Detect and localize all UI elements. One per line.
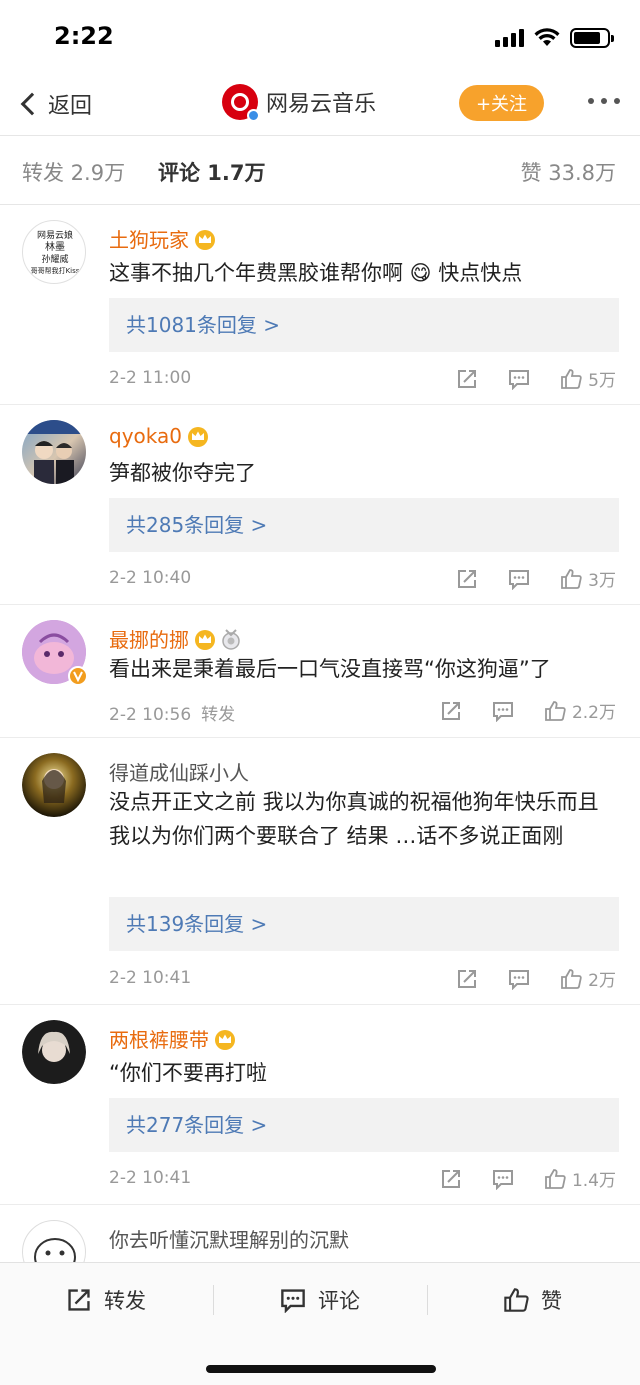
- divider: [427, 1285, 428, 1315]
- comment-icon[interactable]: [508, 568, 530, 590]
- status-icons: [495, 26, 614, 50]
- thumbs-up-icon: [561, 568, 582, 589]
- comment-icon: [281, 1289, 305, 1313]
- vip-crown-icon: [215, 1029, 235, 1050]
- avatar[interactable]: [22, 1220, 86, 1262]
- wifi-icon: [534, 28, 560, 46]
- comment-actions: 1.4万: [440, 1166, 616, 1191]
- chevron-left-icon: [20, 92, 44, 116]
- svg-text:林墨: 林墨: [45, 240, 65, 253]
- medal-badge-icon: [222, 628, 240, 650]
- svg-text:网易云娘: 网易云娘: [37, 229, 73, 241]
- avatar-text-image: 网易云娘 林墨 孙耀威 哥哥帮我打Kiss: [31, 229, 80, 275]
- tab-comment[interactable]: 评论 1.7万: [158, 157, 266, 187]
- battery-icon: [570, 28, 614, 48]
- repost-icon[interactable]: [456, 368, 478, 390]
- comment-actions: 5万: [456, 366, 616, 391]
- tab-repost[interactable]: 转发 2.9万: [22, 157, 125, 187]
- vip-crown-icon: [195, 229, 215, 250]
- back-button[interactable]: 返回: [18, 86, 92, 122]
- comment-actions: 2万: [456, 966, 616, 991]
- thumbs-up-icon: [545, 1168, 566, 1189]
- reply-count-link[interactable]: 共139条回复 >: [109, 897, 619, 951]
- comment-text: 看出来是秉着最后一口气没直接骂“你这狗逼”了: [109, 657, 551, 681]
- avatar[interactable]: [22, 620, 88, 686]
- home-indicator[interactable]: [206, 1365, 436, 1373]
- reply-count-link[interactable]: 共277条回复 >: [109, 1098, 619, 1152]
- svg-text:孙耀威: 孙耀威: [41, 253, 68, 265]
- comment-text: 没点开正文之前 我以为你真诚的祝福他狗年快乐而且我以为你们两个要联合了 结果 ……: [109, 790, 599, 848]
- comment-username[interactable]: qyoka0: [109, 424, 210, 448]
- account-header[interactable]: 网易云音乐: [222, 82, 376, 122]
- repost-button[interactable]: 转发: [66, 1285, 146, 1315]
- repost-icon[interactable]: [440, 700, 462, 722]
- back-label: 返回: [48, 94, 93, 119]
- comment-actions: 3万: [456, 566, 616, 591]
- comment-time: 2-2 10:41: [109, 968, 192, 988]
- reply-count-link[interactable]: 共1081条回复 >: [109, 298, 619, 352]
- like-button[interactable]: 2万: [560, 966, 616, 991]
- tab-bar: 转发 2.9万 评论 1.7万 赞 33.8万: [0, 137, 640, 205]
- verified-v-badge-icon: [68, 666, 88, 686]
- comment-text: 这事不抽几个年费黑胶谁帮你啊 😋 快点快点: [109, 261, 523, 285]
- comment-time: 2-2 11:00: [109, 368, 192, 388]
- comment-text: 笋都被你夺完了: [109, 461, 256, 485]
- reply-count-link[interactable]: 共285条回复 >: [109, 498, 619, 552]
- comment-item: qyoka0 笋都被你夺完了 共285条回复 > 2-2 10:40 3万: [0, 406, 640, 605]
- status-bar: 2:22: [0, 0, 640, 72]
- comment-time: 2-2 10:56 转发: [109, 705, 236, 725]
- vip-crown-icon: [195, 629, 215, 650]
- repost-icon[interactable]: [456, 568, 478, 590]
- page-title: 网易云音乐: [266, 92, 377, 117]
- cellular-signal-icon: [495, 29, 524, 47]
- like-button[interactable]: 1.4万: [544, 1166, 616, 1191]
- like-button[interactable]: 5万: [560, 366, 616, 391]
- comment-icon[interactable]: [508, 368, 530, 390]
- status-time: 2:22: [54, 22, 114, 50]
- comment-username[interactable]: 最挪的挪: [109, 624, 241, 653]
- repost-label: 转发: [201, 705, 236, 725]
- follow-button[interactable]: +关注: [459, 85, 544, 121]
- like-button[interactable]: 2.2万: [544, 698, 616, 723]
- comment-username[interactable]: 两根裤腰带: [109, 1024, 237, 1053]
- avatar[interactable]: 网易云娘 林墨 孙耀威 哥哥帮我打Kiss: [22, 220, 86, 284]
- thumbs-up-icon: [504, 1288, 529, 1312]
- comment-actions: 2.2万: [440, 698, 616, 723]
- comment-icon[interactable]: [492, 1168, 514, 1190]
- comment-text: “你们不要再打啦: [109, 1061, 267, 1085]
- comment-item: 最挪的挪 看出来是秉着最后一口气没直接骂“你这狗逼”了 2-2 10:56 转发 …: [0, 606, 640, 738]
- more-options-icon[interactable]: [588, 98, 620, 104]
- verified-badge-icon: [247, 109, 260, 122]
- like-button[interactable]: 3万: [560, 566, 616, 591]
- avatar[interactable]: [22, 420, 86, 484]
- comment-username[interactable]: 你去听懂沉默理解别的沉默: [109, 1224, 349, 1253]
- nav-bar: 返回 网易云音乐 +关注: [0, 72, 640, 136]
- thumbs-up-icon: [545, 700, 566, 721]
- thumbs-up-icon: [561, 968, 582, 989]
- comment-item: 你去听懂沉默理解别的沉默: [0, 1206, 640, 1262]
- comment-icon[interactable]: [508, 968, 530, 990]
- repost-icon[interactable]: [456, 968, 478, 990]
- tab-like[interactable]: 赞 33.8万: [521, 157, 616, 187]
- comment-username[interactable]: 得道成仙踩小人: [109, 757, 249, 786]
- vip-crown-icon: [187, 427, 208, 447]
- thumbs-up-icon: [561, 368, 582, 389]
- divider: [213, 1285, 214, 1315]
- comment-item: 两根裤腰带 “你们不要再打啦 共277条回复 > 2-2 10:41 1.4万: [0, 1006, 640, 1205]
- comment-icon[interactable]: [492, 700, 514, 722]
- comment-item: 网易云娘 林墨 孙耀威 哥哥帮我打Kiss 土狗玩家 这事不抽几个年费黑胶谁帮你…: [0, 206, 640, 405]
- comment-time: 2-2 10:41: [109, 1168, 192, 1188]
- avatar[interactable]: [22, 1020, 86, 1084]
- comment-username[interactable]: 土狗玩家: [109, 224, 217, 253]
- like-button[interactable]: 赞: [503, 1285, 562, 1315]
- repost-icon: [68, 1289, 90, 1311]
- avatar[interactable]: [22, 753, 86, 817]
- netease-music-logo-icon: [222, 84, 260, 122]
- comment-item: 得道成仙踩小人 没点开正文之前 我以为你真诚的祝福他狗年快乐而且我以为你们两个要…: [0, 739, 640, 1005]
- repost-icon[interactable]: [440, 1168, 462, 1190]
- svg-text:哥哥帮我打Kiss: 哥哥帮我打Kiss: [31, 266, 80, 275]
- comment-button[interactable]: 评论: [280, 1285, 360, 1315]
- comment-time: 2-2 10:40: [109, 568, 192, 588]
